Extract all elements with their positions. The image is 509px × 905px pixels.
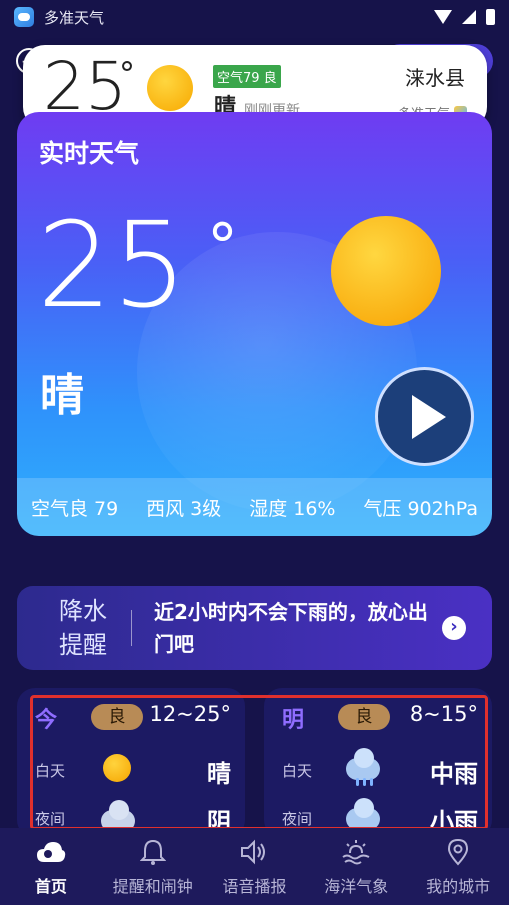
cloud-icon: [36, 837, 66, 867]
divider: [131, 610, 132, 646]
metric-pressure: 气压 902hPa: [363, 497, 479, 520]
current-degree-symbol: °: [207, 210, 238, 283]
status-bar: 多准天气: [0, 0, 509, 34]
voice-play-button[interactable]: [375, 367, 474, 466]
rain-icon: [346, 748, 380, 786]
nav-label: 我的城市: [426, 876, 491, 896]
wifi-icon: [434, 10, 452, 24]
battery-icon: [486, 9, 495, 25]
rain-message: 近2小时内不会下雨的，放心出门吧: [154, 600, 428, 656]
status-app-name: 多准天气: [44, 8, 105, 27]
metric-humidity: 湿度 16%: [249, 497, 336, 520]
nav-reminders[interactable]: 提醒和闹钟: [102, 828, 204, 905]
bottom-nav: 首页 提醒和闹钟 语音播报 海洋气象 我的城市: [0, 828, 509, 905]
light-rain-icon: [346, 798, 380, 830]
nav-home[interactable]: 首页: [0, 828, 102, 905]
widget-aqi-badge: 空气79 良: [213, 65, 281, 88]
sea-sun-icon: [341, 837, 371, 867]
daytime-label: 白天: [35, 762, 66, 780]
app-icon: [14, 7, 34, 27]
metrics-bar: 空气良 79 西风 3级 湿度 16% 气压 902hPa: [17, 478, 492, 536]
current-condition: 晴: [40, 370, 84, 421]
current-temperature: 25: [37, 196, 188, 334]
nav-voice[interactable]: 语音播报: [204, 828, 306, 905]
daytime-condition: 晴: [207, 760, 231, 788]
metric-air: 空气良 79: [30, 497, 119, 520]
location-pin-icon: [443, 837, 473, 867]
daytime-condition: 中雨: [430, 760, 478, 788]
nav-label: 海洋气象: [324, 876, 389, 896]
aqi-chip: 良: [91, 704, 143, 730]
daytime-label: 白天: [282, 762, 313, 780]
night-label: 夜间: [35, 810, 66, 828]
bell-icon: [138, 837, 168, 867]
nav-label: 语音播报: [222, 876, 287, 896]
rain-tag-line2: 提醒: [59, 631, 107, 659]
forecast-today[interactable]: 今 良 12~25° 白天 晴 夜间 阴: [17, 688, 245, 838]
realtime-title: 实时天气: [39, 139, 140, 168]
widget-city: 涞水县: [405, 66, 465, 90]
day-label: 明: [282, 708, 305, 733]
day-label: 今: [35, 708, 58, 733]
metric-wind: 西风 3级: [146, 497, 222, 520]
rain-tag: 降水 提醒: [53, 594, 113, 662]
chevron-right-icon[interactable]: ›: [442, 616, 466, 640]
night-label: 夜间: [282, 810, 313, 828]
nav-label: 首页: [34, 876, 67, 896]
temp-range: 8~15°: [409, 702, 478, 726]
status-icons: [434, 9, 495, 25]
nav-my-cities[interactable]: 我的城市: [407, 828, 509, 905]
temp-range: 12~25°: [149, 702, 231, 726]
nav-marine[interactable]: 海洋气象: [305, 828, 407, 905]
forecast-tomorrow[interactable]: 明 良 8~15° 白天 中雨 夜间 小雨: [264, 688, 492, 838]
rain-reminder-card[interactable]: 降水 提醒 近2小时内不会下雨的，放心出门吧 ›: [17, 586, 492, 670]
nav-label: 提醒和闹钟: [112, 876, 193, 896]
sun-icon: [331, 216, 441, 326]
widget-degree-symbol: °: [119, 55, 135, 93]
speaker-icon: [239, 837, 269, 867]
play-icon: [411, 394, 446, 439]
aqi-chip: 良: [338, 704, 390, 730]
realtime-weather-card[interactable]: 实时天气 25 ° 晴 空气良 79 西风 3级 湿度 16% 气压 902hP…: [17, 112, 492, 536]
rain-tag-line1: 降水: [59, 597, 107, 625]
sun-icon: [103, 754, 131, 782]
sun-icon: [147, 65, 193, 111]
signal-icon: [462, 10, 476, 24]
